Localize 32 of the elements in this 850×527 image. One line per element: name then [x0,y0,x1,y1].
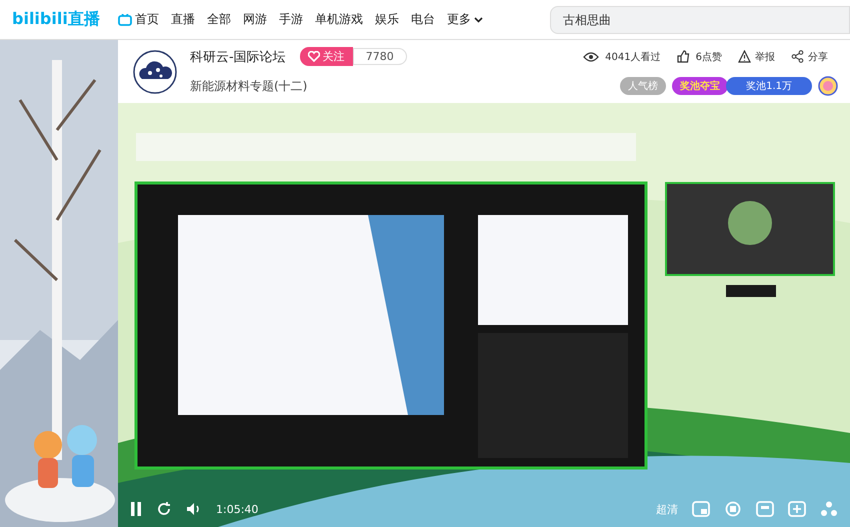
pause-icon[interactable] [130,502,142,516]
thumbs-up-icon [676,50,690,63]
nav-link[interactable]: 更多 [446,11,483,28]
mascot-icon [818,76,838,96]
nav-link[interactable]: 全部 [206,11,231,28]
warning-icon [738,50,751,63]
rank-badge[interactable]: 奖池夺宝 [672,77,728,95]
cloud-logo-icon [132,48,178,94]
share-icon [791,50,804,63]
playback-time: 1:05:40 [216,502,258,516]
nav-link[interactable]: 单机游戏 [314,11,363,28]
refresh-icon[interactable] [156,501,172,517]
nav-link[interactable]: 电台 [410,11,435,28]
view-count: 4041人看过 [605,50,661,64]
eye-icon [583,52,600,62]
chevron-down-icon [474,16,483,22]
nav-link[interactable]: 网游 [242,11,267,28]
nav-link[interactable]: 首页 [118,11,159,28]
nav-link[interactable]: 手游 [278,11,303,28]
nav-link[interactable]: 娱乐 [374,11,399,28]
search-field[interactable]: 古相思曲 [550,6,850,34]
nav-link[interactable]: 直播 [170,11,195,28]
like-count: 6点赞 [696,50,722,64]
stream-title: 新能源材料专题(十二) [190,78,308,94]
heart-icon [308,51,320,62]
tv-icon [118,14,132,26]
room-name: 科研云-国际论坛 [190,48,286,66]
rank-badge[interactable]: 奖池1.1万 [726,77,812,95]
follower-count: 7780 [352,48,407,65]
follow-button[interactable]: 关注 [300,47,353,66]
share-link[interactable]: 分享 [791,50,828,64]
report-link[interactable]: 举报 [738,50,775,64]
